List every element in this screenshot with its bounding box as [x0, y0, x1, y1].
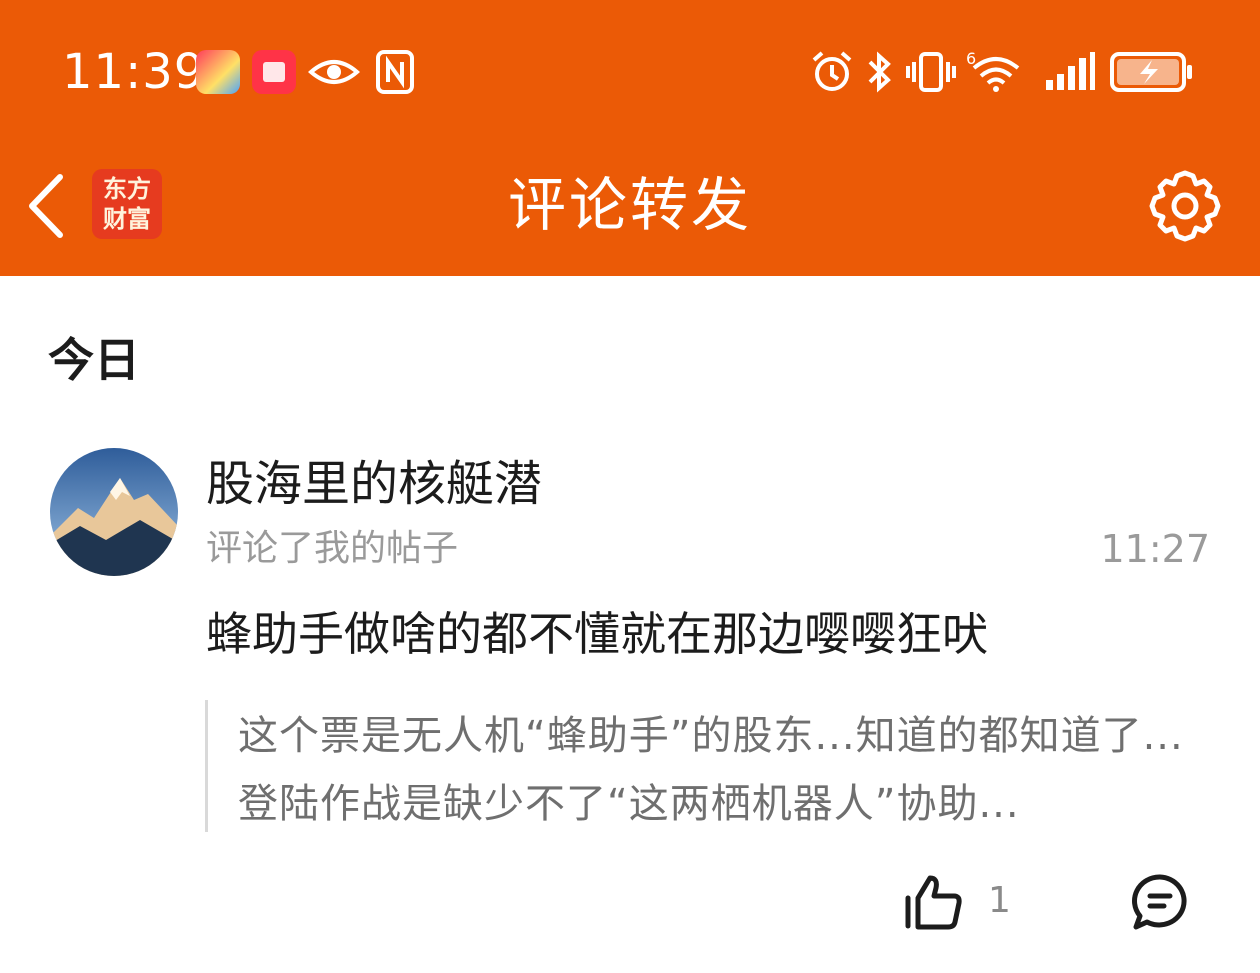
signal-icon — [1044, 50, 1096, 94]
thumbs-up-icon[interactable] — [902, 872, 966, 932]
quoted-post-text: 这个票是无人机“蜂助手”的股东...知道的都知道了...登陆作战是缺少不了“这两… — [238, 713, 1184, 827]
reply-comment-icon[interactable] — [1130, 872, 1190, 932]
nfc-icon — [376, 50, 414, 94]
section-title-today: 今日 — [48, 333, 140, 387]
comment-text[interactable]: 蜂助手做啥的都不懂就在那边嘤嘤狂吠 — [206, 602, 988, 666]
vibrate-icon — [906, 50, 956, 94]
comment-username[interactable]: 股海里的核艇潜 — [206, 452, 542, 516]
wifi-6-icon: 6 — [966, 50, 1024, 94]
eye-icon — [308, 50, 360, 94]
comment-time: 11:27 — [1100, 527, 1210, 571]
battery-charging-icon — [1110, 50, 1194, 94]
page-title: 评论转发 — [507, 171, 752, 239]
shopping-app-icon — [196, 50, 240, 94]
bluetooth-icon — [866, 50, 894, 94]
nav-bar: 东方 财富 评论转发 — [0, 145, 1260, 276]
top-bar: 11:39 6 东方 财富 评论转发 — [0, 0, 1260, 276]
comment-action-text: 评论了我的帖子 — [206, 528, 459, 569]
avatar[interactable] — [50, 448, 178, 576]
settings-gear-icon[interactable] — [1146, 167, 1224, 245]
reader-app-icon — [252, 50, 296, 94]
status-bar: 11:39 6 — [0, 0, 1260, 145]
quoted-post[interactable]: 这个票是无人机“蜂助手”的股东...知道的都知道了...登陆作战是缺少不了“这两… — [205, 700, 1218, 832]
alarm-icon — [810, 50, 854, 94]
status-time: 11:39 — [62, 44, 206, 100]
like-count: 1 — [988, 880, 1011, 921]
